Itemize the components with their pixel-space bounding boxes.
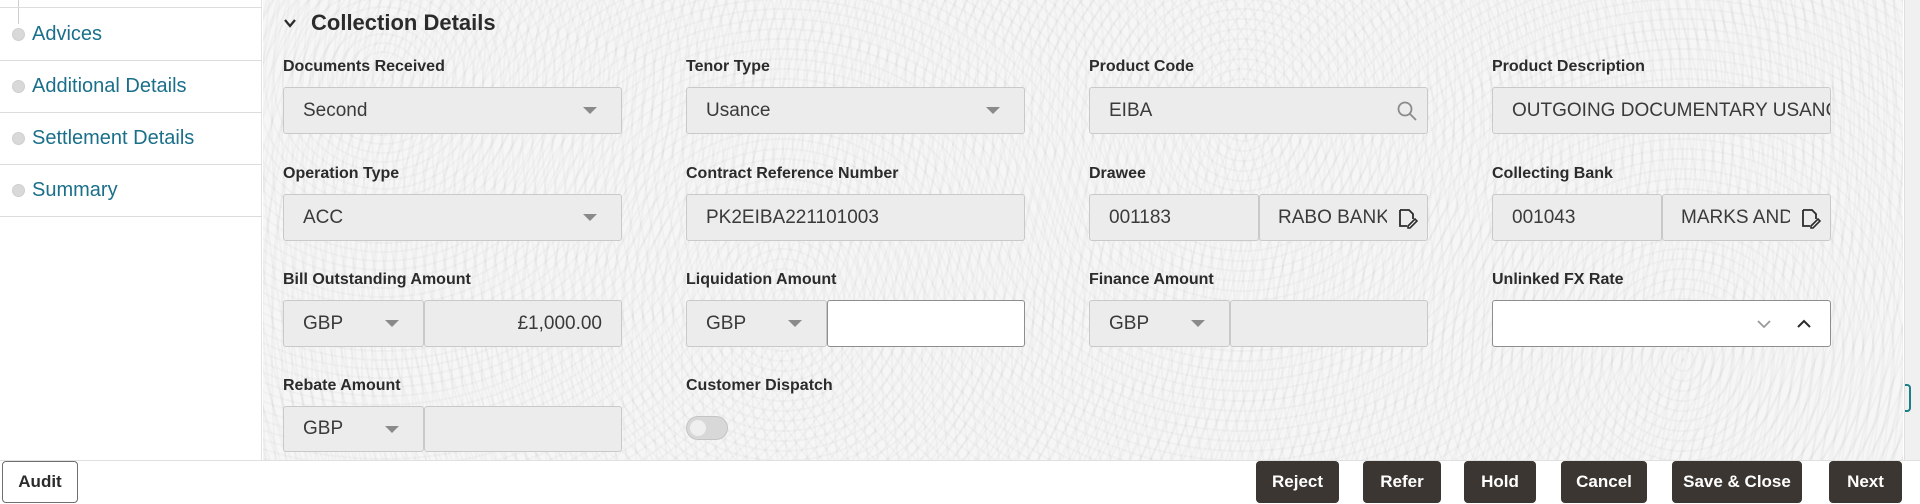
bill-outstanding-currency-value: GBP bbox=[303, 312, 344, 334]
dropdown-caret-icon bbox=[385, 320, 399, 327]
sidebar-item-label: Advices bbox=[32, 23, 103, 45]
contract-reference-label: Contract Reference Number bbox=[686, 165, 899, 182]
tenor-type-select[interactable]: Usance bbox=[686, 87, 1025, 134]
bill-outstanding-label: Bill Outstanding Amount bbox=[283, 271, 471, 288]
customer-dispatch-toggle[interactable] bbox=[686, 416, 728, 440]
rebate-amount-field[interactable] bbox=[424, 406, 622, 452]
tenor-type-label: Tenor Type bbox=[686, 58, 770, 75]
chevron-down-icon[interactable] bbox=[1744, 316, 1784, 332]
audit-button[interactable]: Audit bbox=[2, 461, 78, 503]
dropdown-caret-icon bbox=[1191, 320, 1205, 327]
sidebar-item-label: Settlement Details bbox=[32, 127, 195, 149]
dropdown-caret-icon bbox=[385, 425, 399, 433]
documents-received-value: Second bbox=[303, 99, 368, 121]
rebate-amount-label: Rebate Amount bbox=[283, 377, 401, 394]
next-button[interactable]: Next bbox=[1829, 461, 1902, 503]
sidebar-item-advices[interactable]: Advices bbox=[0, 9, 262, 61]
bill-outstanding-currency-select[interactable]: GBP bbox=[283, 300, 424, 347]
side-panel-handle[interactable] bbox=[1905, 384, 1911, 412]
sidebar-nav: Advices Additional Details Settlement De… bbox=[0, 0, 262, 460]
product-code-value: EIBA bbox=[1109, 99, 1153, 121]
contract-reference-field[interactable]: PK2EIBA221101003 bbox=[686, 194, 1025, 241]
chevron-up-icon[interactable] bbox=[1784, 316, 1824, 332]
product-description-label: Product Description bbox=[1492, 58, 1645, 75]
section-title: Collection Details bbox=[311, 10, 496, 35]
dropdown-caret-icon bbox=[583, 214, 597, 221]
dropdown-caret-icon bbox=[986, 107, 1000, 114]
drawee-label: Drawee bbox=[1089, 165, 1146, 182]
edit-document-icon[interactable] bbox=[1387, 207, 1427, 229]
product-description-value: OUTGOING DOCUMENTARY USANCE bbox=[1512, 99, 1830, 121]
product-code-field[interactable]: EIBA bbox=[1089, 87, 1428, 134]
drawee-code-field[interactable]: 001183 bbox=[1089, 194, 1259, 241]
documents-received-select[interactable]: Second bbox=[283, 87, 622, 134]
finance-currency-select[interactable]: GBP bbox=[1089, 300, 1230, 347]
operation-type-value: ACC bbox=[303, 206, 344, 228]
drawee-code-value: 001183 bbox=[1109, 206, 1171, 228]
section-header[interactable]: Collection Details bbox=[283, 10, 496, 36]
refer-button[interactable]: Refer bbox=[1363, 461, 1441, 503]
sidebar-item-label: Additional Details bbox=[32, 75, 187, 97]
step-dot-icon bbox=[12, 28, 25, 41]
unlinked-fx-rate-select[interactable] bbox=[1492, 300, 1831, 347]
search-icon[interactable] bbox=[1387, 100, 1427, 122]
drawee-name-field[interactable]: RABO BANK bbox=[1259, 194, 1428, 241]
finance-amount-field[interactable] bbox=[1230, 300, 1428, 347]
dropdown-caret-icon bbox=[788, 320, 802, 327]
step-dot-icon bbox=[12, 132, 25, 145]
liquidation-currency-value: GBP bbox=[706, 312, 747, 334]
dropdown-caret-icon bbox=[583, 107, 597, 114]
edit-document-icon[interactable] bbox=[1790, 207, 1830, 229]
sidebar-divider bbox=[0, 0, 262, 8]
collecting-bank-code-field[interactable]: 001043 bbox=[1492, 194, 1662, 241]
contract-reference-value: PK2EIBA221101003 bbox=[706, 206, 879, 228]
collecting-bank-label: Collecting Bank bbox=[1492, 165, 1613, 182]
documents-received-label: Documents Received bbox=[283, 58, 445, 75]
tenor-type-value: Usance bbox=[706, 99, 771, 121]
hold-button[interactable]: Hold bbox=[1464, 461, 1536, 503]
drawee-name-value: RABO BANK bbox=[1278, 206, 1387, 228]
liquidation-amount-input[interactable] bbox=[827, 300, 1025, 347]
sidebar-item-additional-details[interactable]: Additional Details bbox=[0, 61, 262, 113]
bill-outstanding-amount-field[interactable]: £1,000.00 bbox=[424, 300, 622, 347]
finance-amount-label: Finance Amount bbox=[1089, 271, 1214, 288]
sidebar-item-summary[interactable]: Summary bbox=[0, 165, 262, 217]
sidebar-item-settlement-details[interactable]: Settlement Details bbox=[0, 113, 262, 165]
unlinked-fx-rate-label: Unlinked FX Rate bbox=[1492, 271, 1624, 288]
liquidation-currency-select[interactable]: GBP bbox=[686, 300, 827, 347]
finance-currency-value: GBP bbox=[1109, 312, 1150, 334]
rebate-currency-select[interactable]: GBP bbox=[283, 406, 424, 452]
collecting-bank-name-value: MARKS AND bbox=[1681, 206, 1790, 228]
reject-button[interactable]: Reject bbox=[1256, 461, 1339, 503]
sidebar-item-label: Summary bbox=[32, 179, 118, 201]
bill-outstanding-amount-value: £1,000.00 bbox=[517, 312, 602, 334]
operation-type-select[interactable]: ACC bbox=[283, 194, 622, 241]
cancel-button[interactable]: Cancel bbox=[1561, 461, 1647, 503]
save-close-button[interactable]: Save & Close bbox=[1672, 461, 1802, 503]
customer-dispatch-label: Customer Dispatch bbox=[686, 377, 833, 394]
collecting-bank-name-field[interactable]: MARKS AND bbox=[1662, 194, 1831, 241]
rebate-currency-value: GBP bbox=[303, 418, 344, 439]
step-dot-icon bbox=[12, 80, 25, 93]
liquidation-amount-label: Liquidation Amount bbox=[686, 271, 837, 288]
product-code-label: Product Code bbox=[1089, 58, 1194, 75]
step-dot-icon bbox=[12, 184, 25, 197]
collecting-bank-code-value: 001043 bbox=[1512, 206, 1576, 228]
operation-type-label: Operation Type bbox=[283, 165, 400, 182]
product-description-field[interactable]: OUTGOING DOCUMENTARY USANCE bbox=[1492, 87, 1831, 134]
chevron-down-icon bbox=[284, 19, 296, 28]
